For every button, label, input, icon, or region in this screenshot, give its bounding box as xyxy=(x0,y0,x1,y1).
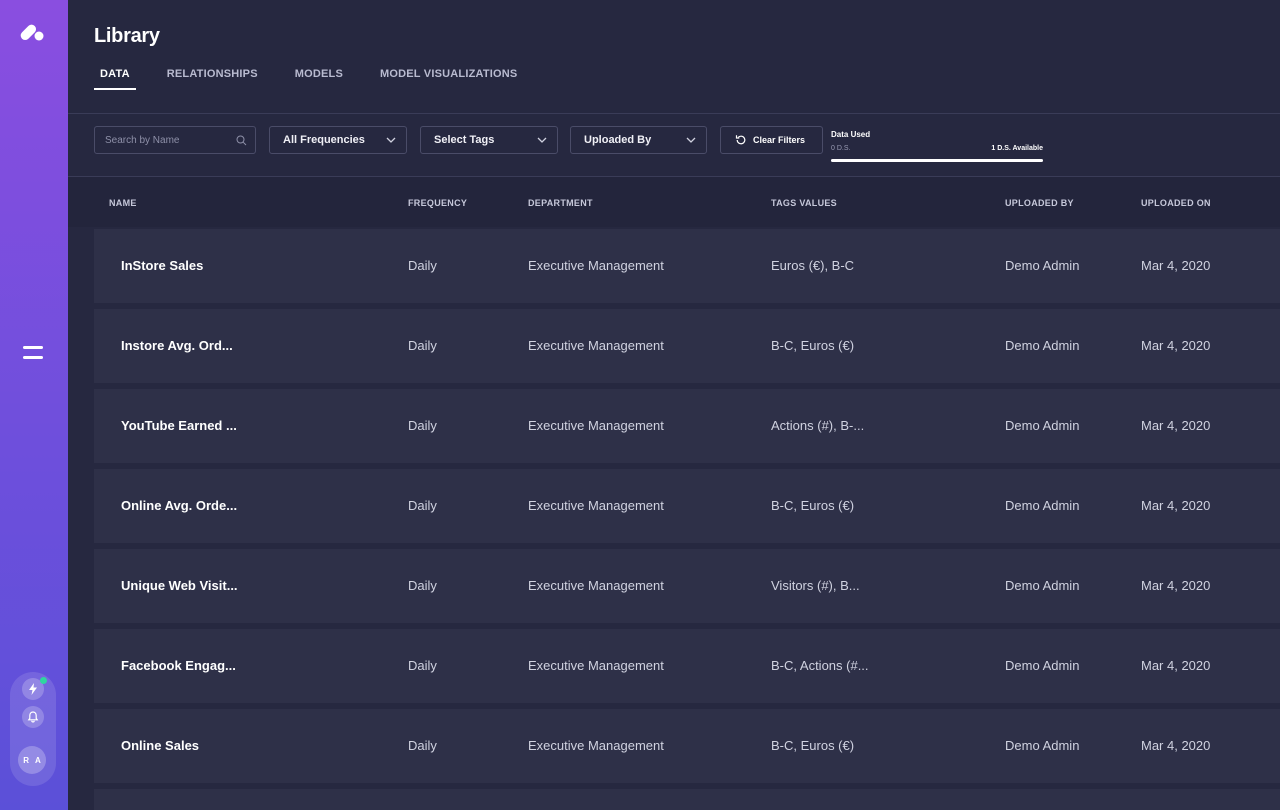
cell-name: Online Sales xyxy=(121,738,200,753)
tags-dropdown[interactable]: Select Tags xyxy=(420,126,558,154)
cell-department: Executive Management xyxy=(528,418,664,433)
frequency-dropdown[interactable]: All Frequencies xyxy=(269,126,407,154)
column-header-uploaded-by[interactable]: UPLOADED BY xyxy=(1005,198,1074,208)
column-header-frequency[interactable]: FREQUENCY xyxy=(408,198,467,208)
app-logo-icon[interactable] xyxy=(18,20,46,42)
cell-frequency: Daily xyxy=(408,418,437,433)
cell-uploaded-by: Demo Admin xyxy=(1005,338,1080,353)
cell-department: Executive Management xyxy=(528,258,664,273)
cell-name: InStore Sales xyxy=(121,258,204,273)
cell-frequency: Daily xyxy=(408,338,437,353)
cell-uploaded-by: Demo Admin xyxy=(1005,658,1080,673)
cell-tags: B-C, Euros (€) xyxy=(771,498,855,513)
data-usage-bar xyxy=(831,159,1043,162)
bell-icon[interactable] xyxy=(22,706,44,728)
cell-frequency: Daily xyxy=(408,578,437,593)
data-usage-available: 1 D.S. Available xyxy=(991,145,1043,152)
column-header-uploaded-on[interactable]: UPLOADED ON xyxy=(1141,198,1211,208)
cell-uploaded-on: Mar 4, 2020 xyxy=(1141,338,1211,353)
tags-dropdown-label: Select Tags xyxy=(434,134,495,146)
cell-uploaded-by: Demo Admin xyxy=(1005,258,1080,273)
cell-frequency: Daily xyxy=(408,258,437,273)
cell-uploaded-by: Demo Admin xyxy=(1005,498,1080,513)
tab-models[interactable]: MODELS xyxy=(289,68,349,90)
table-row[interactable]: Online Avg. Orde... Daily Executive Mana… xyxy=(94,469,1280,543)
chevron-down-icon xyxy=(537,137,547,143)
chevron-down-icon xyxy=(386,137,396,143)
cell-tags: Euros (€), B-C xyxy=(771,258,855,273)
cell-name: Facebook Engag... xyxy=(121,658,236,673)
data-usage-title: Data Used xyxy=(831,130,871,139)
cell-name: Online Avg. Orde... xyxy=(121,498,238,513)
cell-name: YouTube Earned ... xyxy=(121,418,237,433)
filter-bar: All Frequencies Select Tags Uploaded By … xyxy=(68,114,1280,176)
column-header-name[interactable]: NAME xyxy=(109,198,137,208)
data-usage-used: 0 D.S. xyxy=(831,145,851,152)
cell-frequency: Daily xyxy=(408,738,437,753)
sidebar: R A xyxy=(0,0,68,810)
table-row[interactable]: InStore Sales Daily Executive Management… xyxy=(94,229,1280,303)
cell-department: Executive Management xyxy=(528,658,664,673)
table-header: NAME FREQUENCY DEPARTMENT TAGS VALUES UP… xyxy=(68,177,1280,227)
clear-filters-button[interactable]: Clear Filters xyxy=(720,126,823,154)
cell-uploaded-by: Demo Admin xyxy=(1005,418,1080,433)
column-header-tags-values[interactable]: TAGS VALUES xyxy=(771,198,837,208)
cell-tags: Visitors (#), B... xyxy=(771,578,860,593)
table-row-partial[interactable] xyxy=(94,789,1280,810)
search-box xyxy=(94,126,256,154)
cell-tags: B-C, Euros (€) xyxy=(771,738,855,753)
cell-department: Executive Management xyxy=(528,738,664,753)
cell-uploaded-by: Demo Admin xyxy=(1005,578,1080,593)
cell-uploaded-on: Mar 4, 2020 xyxy=(1141,418,1211,433)
frequency-dropdown-label: All Frequencies xyxy=(283,134,365,146)
user-avatar[interactable]: R A xyxy=(18,746,46,774)
search-icon xyxy=(236,135,247,145)
tab-data[interactable]: DATA xyxy=(94,68,136,90)
table-row[interactable]: Unique Web Visit... Daily Executive Mana… xyxy=(94,549,1280,623)
tab-bar: DATA RELATIONSHIPS MODELS MODEL VISUALIZ… xyxy=(94,68,548,90)
tab-model-visualizations[interactable]: MODEL VISUALIZATIONS xyxy=(374,68,523,90)
hamburger-menu-icon[interactable] xyxy=(23,346,43,362)
cell-department: Executive Management xyxy=(528,578,664,593)
cell-frequency: Daily xyxy=(408,658,437,673)
search-input[interactable] xyxy=(105,134,236,146)
chevron-down-icon xyxy=(686,137,696,143)
page-title: Library xyxy=(94,25,160,47)
uploaded-by-dropdown-label: Uploaded By xyxy=(584,134,652,146)
data-usage-meter: Data Used 0 D.S. 1 D.S. Available xyxy=(831,130,1043,164)
online-status-dot xyxy=(40,677,47,684)
cell-frequency: Daily xyxy=(408,498,437,513)
cell-department: Executive Management xyxy=(528,498,664,513)
table-row[interactable]: Online Sales Daily Executive Management … xyxy=(94,709,1280,783)
cell-uploaded-on: Mar 4, 2020 xyxy=(1141,498,1211,513)
cell-name: Instore Avg. Ord... xyxy=(121,338,233,353)
cell-tags: B-C, Euros (€) xyxy=(771,338,855,353)
cell-uploaded-on: Mar 4, 2020 xyxy=(1141,258,1211,273)
main-content: Library DATA RELATIONSHIPS MODELS MODEL … xyxy=(68,0,1280,810)
tab-relationships[interactable]: RELATIONSHIPS xyxy=(161,68,264,90)
cell-tags: Actions (#), B-... xyxy=(771,418,865,433)
table-row[interactable]: YouTube Earned ... Daily Executive Manag… xyxy=(94,389,1280,463)
cell-tags: B-C, Actions (#... xyxy=(771,658,869,673)
cell-uploaded-on: Mar 4, 2020 xyxy=(1141,578,1211,593)
cell-name: Unique Web Visit... xyxy=(121,578,238,593)
clear-filters-label: Clear Filters xyxy=(753,135,806,145)
cell-uploaded-on: Mar 4, 2020 xyxy=(1141,738,1211,753)
cell-uploaded-on: Mar 4, 2020 xyxy=(1141,658,1211,673)
uploaded-by-dropdown[interactable]: Uploaded By xyxy=(570,126,707,154)
cell-department: Executive Management xyxy=(528,338,664,353)
table-row[interactable]: Instore Avg. Ord... Daily Executive Mana… xyxy=(94,309,1280,383)
column-header-department[interactable]: DEPARTMENT xyxy=(528,198,593,208)
table-row[interactable]: Facebook Engag... Daily Executive Manage… xyxy=(94,629,1280,703)
cell-uploaded-by: Demo Admin xyxy=(1005,738,1080,753)
refresh-icon xyxy=(735,135,746,145)
